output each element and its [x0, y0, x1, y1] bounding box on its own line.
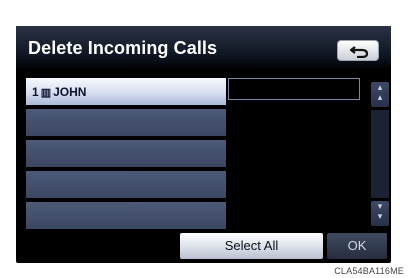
scrollbar-track[interactable]	[371, 110, 389, 198]
page-down-icon: ▾ ▾	[377, 201, 383, 221]
back-button[interactable]	[337, 40, 379, 61]
list-item[interactable]: 1 ▥ JOHN	[26, 78, 226, 105]
page-up-icon: ▴ ▴	[377, 82, 383, 102]
return-arrow-icon	[349, 46, 369, 58]
list-item[interactable]	[26, 202, 226, 229]
page-up-button[interactable]: ▴ ▴	[371, 82, 389, 107]
page-title: Delete Incoming Calls	[28, 38, 218, 58]
figure-caption: CLA54BA116ME	[334, 266, 404, 276]
list-item[interactable]	[26, 171, 226, 198]
list-item[interactable]	[26, 140, 226, 167]
select-all-button[interactable]: Select All	[180, 233, 323, 259]
list-item-index: 1	[32, 85, 39, 99]
display-screen: Delete Incoming Calls 1 ▥ JOHN ▴ ▴ ▾ ▾ Selec…	[16, 26, 391, 263]
list-item-name: JOHN	[53, 85, 87, 99]
header-bar: Delete Incoming Calls	[16, 26, 391, 70]
ok-button[interactable]: OK	[327, 233, 387, 259]
list-item[interactable]	[26, 109, 226, 136]
phone-icon: ▥	[40, 87, 52, 99]
selected-entry-detail	[228, 78, 360, 100]
page-down-button[interactable]: ▾ ▾	[371, 201, 389, 226]
call-list: 1 ▥ JOHN	[26, 78, 374, 232]
